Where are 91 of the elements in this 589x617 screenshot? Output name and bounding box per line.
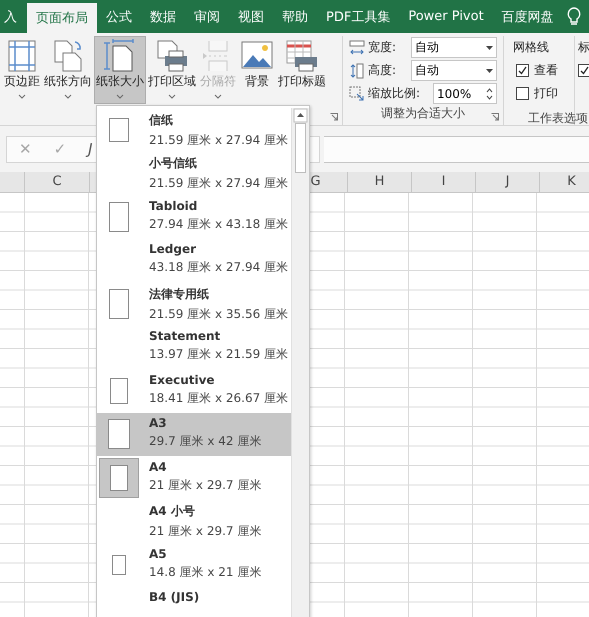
- formula-field[interactable]: [324, 136, 589, 162]
- paper-dimensions: 13.97 厘米 x 21.59 厘米: [149, 346, 288, 364]
- ribbon-button[interactable]: 背景: [238, 36, 276, 104]
- ribbon-tab[interactable]: PDF工具集: [317, 0, 400, 33]
- page-icon: [109, 202, 129, 232]
- menu-item[interactable]: A4 小号 21 厘米 x 29.7 厘米: [97, 500, 291, 543]
- ribbon-tab[interactable]: 帮助: [273, 0, 317, 33]
- paper-dimensions: 21.59 厘米 x 35.56 厘米: [149, 306, 288, 323]
- page-icon: [110, 378, 128, 404]
- height-dropdown[interactable]: 自动: [411, 60, 497, 81]
- menu-item[interactable]: 法律专用纸 21.59 厘米 x 35.56 厘米: [97, 282, 291, 326]
- group-label: 工作表选项: [528, 110, 588, 127]
- scale-label: 缩放比例:: [368, 85, 420, 102]
- insert-function-icon[interactable]: J: [88, 140, 93, 158]
- column-header[interactable]: J: [476, 172, 540, 192]
- dialog-launcher-icon[interactable]: [330, 113, 338, 121]
- menu-item[interactable]: 信纸 21.59 厘米 x 27.94 厘米: [97, 108, 291, 152]
- menu-item[interactable]: Tabloid 27.94 厘米 x 43.18 厘米: [97, 195, 291, 238]
- page-icon: [109, 288, 129, 319]
- checkbox[interactable]: [578, 64, 589, 77]
- page-icon: [108, 419, 130, 450]
- paper-name: 信纸: [149, 112, 174, 129]
- checkbox[interactable]: [516, 87, 529, 100]
- paper-dimensions: 21.59 厘米 x 27.94 厘米: [149, 132, 288, 149]
- paper-name: B4 (JIS): [149, 590, 200, 604]
- menu-item[interactable]: Statement 13.97 厘米 x 21.59 厘米: [97, 326, 291, 369]
- page-icon: [110, 464, 128, 491]
- paper-dimensions: 43.18 厘米 x 27.94 厘米: [149, 259, 288, 276]
- caret-icon: [486, 68, 493, 72]
- height-icon: [349, 62, 365, 78]
- ribbon-button[interactable]: 打印区域: [146, 36, 198, 104]
- print-area-icon: [155, 39, 189, 73]
- lightbulb-icon[interactable]: [566, 6, 581, 26]
- paper-dimensions: 18.41 厘米 x 26.67 厘米: [149, 390, 288, 407]
- column-header[interactable]: C: [25, 172, 90, 192]
- print-titles-icon: [285, 39, 319, 73]
- paper-name: Statement: [149, 329, 222, 344]
- checkbox-label: 打印: [534, 85, 558, 102]
- ribbon-button[interactable]: 纸张大小: [94, 36, 146, 104]
- ribbon-tab[interactable]: 页面布局: [27, 3, 97, 33]
- caret-icon: [486, 46, 493, 50]
- page-icon: [112, 554, 126, 575]
- scale-icon: [349, 86, 365, 102]
- scale-spinner[interactable]: 100%: [433, 83, 497, 104]
- checkbox[interactable]: [516, 64, 529, 77]
- menu-item[interactable]: Ledger 43.18 厘米 x 27.94 厘米: [97, 238, 291, 282]
- width-dropdown[interactable]: 自动: [411, 37, 497, 58]
- paper-dimensions: 29.7 厘米 x 42 厘米: [149, 433, 262, 450]
- ribbon-tab[interactable]: 百度网盘: [492, 0, 563, 33]
- paper-name: 法律专用纸: [149, 286, 210, 303]
- height-label: 高度:: [368, 62, 396, 79]
- menu-item[interactable]: A4 21 厘米 x 29.7 厘米: [97, 456, 291, 500]
- ribbon-tab[interactable]: 审阅: [185, 0, 229, 33]
- paper-name: A3: [149, 416, 168, 430]
- paper-size-icon: [103, 39, 137, 73]
- paper-dimensions: 14.8 厘米 x 21 厘米: [149, 564, 262, 581]
- group-label: 调整为合适大小: [380, 105, 466, 122]
- scroll-up-icon[interactable]: [293, 108, 308, 123]
- ribbon-tab[interactable]: 视图: [229, 0, 273, 33]
- page-icon: [109, 118, 129, 142]
- column-header[interactable]: K: [540, 172, 589, 192]
- paper-name: A4 小号: [149, 503, 196, 520]
- ribbon-button[interactable]: 打印标题: [276, 36, 328, 104]
- ribbon-tab[interactable]: 数据: [141, 0, 185, 33]
- scrollbar-thumb[interactable]: [295, 123, 306, 173]
- paper-dimensions: 27.94 厘米 x 43.18 厘米: [149, 216, 288, 233]
- paper-name: 小号信纸: [149, 155, 198, 172]
- checkbox-label: 查看: [534, 62, 558, 79]
- menu-item[interactable]: Executive 18.41 厘米 x 26.67 厘米: [97, 369, 291, 412]
- paper-name: A4: [149, 460, 168, 474]
- menu-item[interactable]: A5 14.8 厘米 x 21 厘米: [97, 543, 291, 586]
- ribbon-tab[interactable]: 公式: [97, 0, 141, 33]
- ribbon-tab[interactable]: 入: [0, 0, 21, 33]
- menu-item[interactable]: B4 (JIS): [97, 586, 291, 617]
- column-header[interactable]: H: [348, 172, 412, 192]
- ribbon-button[interactable]: 页边距: [2, 36, 42, 104]
- width-label: 宽度:: [368, 39, 396, 56]
- spin-arrows-icon: [486, 86, 493, 100]
- ribbon-tab[interactable]: Power Pivot: [399, 0, 493, 33]
- paper-name: Ledger: [149, 242, 198, 256]
- dialog-launcher-icon[interactable]: [491, 113, 499, 121]
- width-icon: [349, 40, 365, 56]
- ribbon-button[interactable]: 纸张方向: [42, 36, 94, 104]
- paper-name: A5: [149, 546, 168, 561]
- gridlines-label: 网格线: [513, 39, 549, 56]
- menu-item[interactable]: A3 29.7 厘米 x 42 厘米: [97, 412, 291, 456]
- column-header[interactable]: I: [412, 172, 476, 192]
- paper-dimensions: 21 厘米 x 29.7 厘米: [149, 476, 262, 494]
- paper-name: Executive: [149, 372, 216, 387]
- paper-name: Tabloid: [149, 198, 198, 213]
- paper-dimensions: 21 厘米 x 29.7 厘米: [149, 523, 262, 540]
